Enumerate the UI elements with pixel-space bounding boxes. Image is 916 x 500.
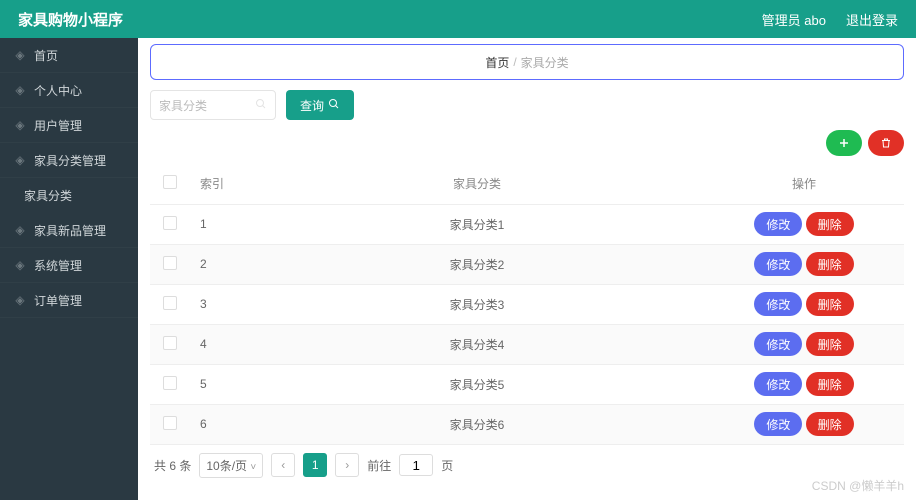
action-row	[150, 130, 904, 156]
search-icon-inline	[255, 98, 267, 113]
breadcrumb-current: 家具分类	[521, 54, 569, 71]
row-checkbox[interactable]	[163, 216, 177, 230]
delete-button[interactable]: 删除	[806, 332, 854, 356]
col-ops: 操作	[704, 164, 904, 204]
logout-button[interactable]: 退出登录	[846, 10, 898, 29]
sidebar-item-0[interactable]: ◈ 首页	[0, 38, 138, 73]
plus-icon	[838, 137, 850, 149]
breadcrumb-sep: /	[513, 55, 516, 69]
nav-icon: ◈	[14, 294, 26, 306]
sidebar-item-label: 系统管理	[34, 257, 82, 274]
app-title: 家具购物小程序	[18, 9, 123, 30]
row-checkbox[interactable]	[163, 256, 177, 270]
search-button[interactable]: 查询	[286, 90, 354, 120]
nav-icon: ◈	[14, 119, 26, 131]
next-page-button[interactable]: ›	[335, 453, 359, 477]
page-size-select[interactable]: 10条/页 ˅	[199, 453, 263, 478]
row-checkbox[interactable]	[163, 376, 177, 390]
breadcrumb: 首页 / 家具分类	[150, 44, 904, 80]
search-placeholder: 家具分类	[159, 97, 207, 114]
row-index: 3	[190, 284, 250, 324]
table-row: 4家具分类4 修改 删除	[150, 324, 904, 364]
nav-icon: ◈	[14, 259, 26, 271]
sidebar-item-label: 家具分类管理	[34, 152, 106, 169]
row-index: 4	[190, 324, 250, 364]
add-button[interactable]	[826, 130, 862, 156]
row-index: 1	[190, 204, 250, 244]
row-category: 家具分类4	[250, 324, 704, 364]
sidebar-item-7[interactable]: ◈ 订单管理	[0, 283, 138, 318]
main-content: 首页 / 家具分类 家具分类 查询	[138, 38, 916, 500]
row-index: 5	[190, 364, 250, 404]
sidebar-item-label: 个人中心	[34, 82, 82, 99]
bulk-delete-button[interactable]	[868, 130, 904, 156]
delete-button[interactable]: 删除	[806, 252, 854, 276]
sidebar-item-5[interactable]: ◈ 家具新品管理	[0, 213, 138, 248]
sidebar-item-6[interactable]: ◈ 系统管理	[0, 248, 138, 283]
row-category: 家具分类3	[250, 284, 704, 324]
row-index: 6	[190, 404, 250, 444]
data-table: 索引 家具分类 操作 1家具分类1 修改 删除 2家具分类2 修改 删除 3家具分类3 修…	[150, 164, 904, 445]
delete-button[interactable]: 删除	[806, 412, 854, 436]
sidebar: ◈ 首页 ◈ 个人中心 ◈ 用户管理 ◈ 家具分类管理家具分类 ◈ 家具新品管理 ◈ 系统管理 ◈ 订单管…	[0, 38, 138, 500]
sidebar-item-3[interactable]: ◈ 家具分类管理	[0, 143, 138, 178]
nav-icon: ◈	[14, 224, 26, 236]
search-row: 家具分类 查询	[150, 90, 904, 120]
table-row: 2家具分类2 修改 删除	[150, 244, 904, 284]
search-input[interactable]: 家具分类	[150, 90, 276, 120]
col-index: 索引	[190, 164, 250, 204]
row-checkbox[interactable]	[163, 336, 177, 350]
row-checkbox[interactable]	[163, 416, 177, 430]
header-right: 管理员 abo 退出登录	[762, 10, 898, 29]
delete-button[interactable]: 删除	[806, 212, 854, 236]
sidebar-item-label: 家具分类	[24, 187, 72, 204]
search-icon	[328, 98, 340, 113]
edit-button[interactable]: 修改	[754, 412, 802, 436]
edit-button[interactable]: 修改	[754, 332, 802, 356]
table-row: 3家具分类3 修改 删除	[150, 284, 904, 324]
sidebar-item-4[interactable]: 家具分类	[0, 178, 138, 213]
page-1-button[interactable]: 1	[303, 453, 327, 477]
sidebar-item-2[interactable]: ◈ 用户管理	[0, 108, 138, 143]
trash-icon	[880, 137, 892, 149]
sidebar-item-label: 订单管理	[34, 292, 82, 309]
col-category: 家具分类	[250, 164, 704, 204]
select-all-checkbox[interactable]	[163, 175, 177, 189]
sidebar-item-label: 首页	[34, 47, 58, 64]
table-row: 5家具分类5 修改 删除	[150, 364, 904, 404]
delete-button[interactable]: 删除	[806, 372, 854, 396]
row-category: 家具分类1	[250, 204, 704, 244]
nav-icon: ◈	[14, 154, 26, 166]
sidebar-item-label: 用户管理	[34, 117, 82, 134]
goto-unit: 页	[441, 457, 453, 474]
goto-input[interactable]	[399, 454, 433, 476]
watermark: CSDN @懒羊羊h	[812, 477, 904, 494]
table-row: 6家具分类6 修改 删除	[150, 404, 904, 444]
nav-icon: ◈	[14, 84, 26, 96]
row-category: 家具分类2	[250, 244, 704, 284]
sidebar-item-label: 家具新品管理	[34, 222, 106, 239]
edit-button[interactable]: 修改	[754, 372, 802, 396]
pagination: 共 6 条 10条/页 ˅ ‹ 1 › 前往 页	[150, 445, 904, 486]
row-checkbox[interactable]	[163, 296, 177, 310]
delete-button[interactable]: 删除	[806, 292, 854, 316]
app-header: 家具购物小程序 管理员 abo 退出登录	[0, 0, 916, 38]
edit-button[interactable]: 修改	[754, 212, 802, 236]
chevron-down-icon: ˅	[250, 462, 256, 473]
pager-total: 共 6 条	[154, 457, 191, 474]
admin-label[interactable]: 管理员 abo	[762, 10, 826, 29]
table-row: 1家具分类1 修改 删除	[150, 204, 904, 244]
goto-label: 前往	[367, 457, 391, 474]
sidebar-item-1[interactable]: ◈ 个人中心	[0, 73, 138, 108]
row-category: 家具分类5	[250, 364, 704, 404]
edit-button[interactable]: 修改	[754, 252, 802, 276]
nav-icon: ◈	[14, 49, 26, 61]
prev-page-button[interactable]: ‹	[271, 453, 295, 477]
breadcrumb-home[interactable]: 首页	[485, 54, 509, 71]
row-category: 家具分类6	[250, 404, 704, 444]
edit-button[interactable]: 修改	[754, 292, 802, 316]
row-index: 2	[190, 244, 250, 284]
